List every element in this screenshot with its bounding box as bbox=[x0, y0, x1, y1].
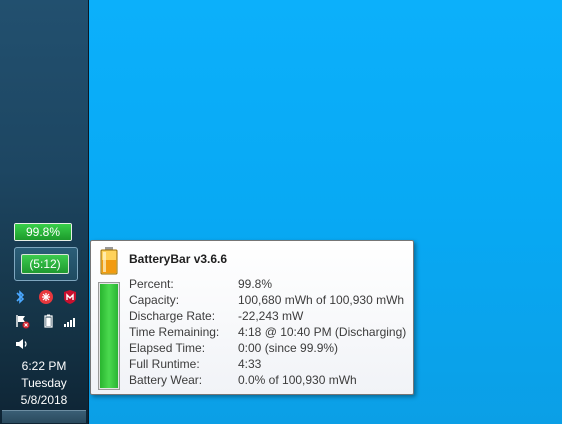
row-battery-wear: Battery Wear: 0.0% of 100,930 mWh bbox=[129, 372, 357, 388]
row-value: 100,680 mWh of 100,930 mWh bbox=[238, 293, 405, 307]
power-battery-icon[interactable] bbox=[40, 313, 56, 329]
row-percent: Percent: 99.8% bbox=[129, 276, 272, 292]
battery-time-label: (5:12) bbox=[21, 254, 69, 274]
taskbar: 99.8% (5:12) 6:22 PM Tuesday 5/8/2018 bbox=[0, 0, 89, 424]
volume-icon[interactable] bbox=[14, 336, 30, 352]
clock-day[interactable]: Tuesday bbox=[0, 376, 88, 390]
antivirus-icon[interactable] bbox=[38, 289, 54, 305]
row-full-runtime: Full Runtime: 4:33 bbox=[129, 356, 261, 372]
clock-time[interactable]: 6:22 PM bbox=[0, 359, 88, 373]
row-label: Time Remaining: bbox=[129, 325, 220, 339]
row-value: 0:00 (since 99.9%) bbox=[238, 341, 339, 355]
action-center-flag-icon[interactable] bbox=[14, 313, 30, 329]
clock-date[interactable]: 5/8/2018 bbox=[0, 393, 88, 407]
tooltip-title: BatteryBar v3.6.6 bbox=[129, 252, 228, 266]
battery-level-fill bbox=[100, 284, 118, 388]
battery-app-icon bbox=[98, 246, 120, 276]
row-value: 99.8% bbox=[238, 277, 273, 291]
row-capacity: Capacity: 100,680 mWh of 100,930 mWh bbox=[129, 292, 404, 308]
battery-level-bar bbox=[98, 282, 120, 390]
mcafee-icon[interactable] bbox=[62, 289, 78, 305]
batterybar-tooltip: BatteryBar v3.6.6 Percent: 99.8% Capacity… bbox=[90, 240, 414, 395]
row-label: Percent: bbox=[129, 277, 174, 291]
battery-percent-label: 99.8% bbox=[25, 225, 61, 239]
row-elapsed-time: Elapsed Time: 0:00 (since 99.9%) bbox=[129, 340, 338, 356]
battery-time-button[interactable]: (5:12) bbox=[14, 247, 78, 281]
row-label: Elapsed Time: bbox=[129, 341, 206, 355]
row-time-remaining: Time Remaining: 4:18 @ 10:40 PM (Discharg… bbox=[129, 324, 406, 340]
row-value: 4:18 @ 10:40 PM (Discharging) bbox=[238, 325, 407, 339]
row-label: Battery Wear: bbox=[129, 373, 203, 387]
batterybar-meter[interactable]: 99.8% bbox=[14, 223, 72, 241]
row-label: Discharge Rate: bbox=[129, 309, 216, 323]
row-value: 4:33 bbox=[238, 357, 262, 371]
row-discharge-rate: Discharge Rate: -22,243 mW bbox=[129, 308, 303, 324]
row-value: 0.0% of 100,930 mWh bbox=[238, 373, 357, 387]
row-label: Capacity: bbox=[129, 293, 180, 307]
row-label: Full Runtime: bbox=[129, 357, 200, 371]
show-desktop-button[interactable] bbox=[2, 410, 86, 423]
network-signal-icon[interactable] bbox=[62, 313, 78, 329]
row-value: -22,243 mW bbox=[238, 309, 304, 323]
bluetooth-icon[interactable] bbox=[12, 289, 28, 305]
